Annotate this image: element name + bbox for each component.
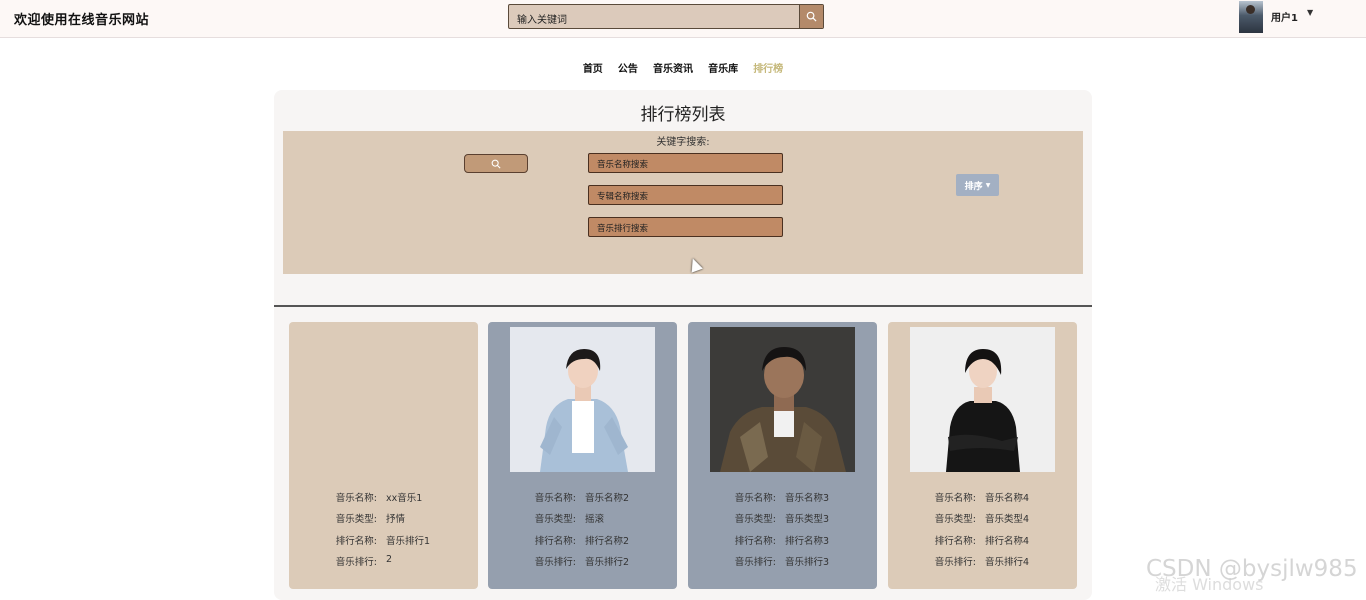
artist-photo[interactable] [910,327,1055,472]
card-row: 音乐名称: 音乐名称2 [534,493,630,504]
ranking-card[interactable]: 音乐名称: 音乐名称3 音乐类型: 音乐类型3 排行名称: 排行名称3 音乐排行: 音乐… [688,322,877,589]
album-name-search-input[interactable]: 专辑名称搜索 [588,185,783,205]
card-row: 音乐类型: 音乐类型3 [734,514,830,526]
main-nav: 首页 公告 音乐资讯 音乐库 排行榜 [0,57,1366,76]
artist-photo-art [510,327,655,472]
music-name-search-input[interactable]: 音乐名称搜索 [588,153,783,173]
card-details: 音乐名称: 音乐名称2 音乐类型: 摇滚 排行名称: 排行名称2 音乐排行: 音乐排行2 [488,490,677,575]
card-row: 音乐类型: 摇滚 [534,514,605,526]
user-name[interactable]: 用户1 [1271,9,1298,24]
card-row: 音乐类型: 抒情 [335,514,406,526]
card-row: 排行名称: 音乐排行1 [335,535,431,547]
nav-home[interactable]: 首页 [583,60,603,75]
search-icon [491,159,501,169]
top-header: 欢迎使用在线音乐网站 输入关键词 用户1 ▼ [0,0,1366,38]
sort-dropdown-button[interactable]: 排序 ▼ [956,174,999,196]
chevron-down-icon: ▼ [985,181,991,189]
nav-library[interactable]: 音乐库 [708,60,738,75]
header-search-button[interactable] [799,5,823,28]
card-row: 音乐类型: 音乐类型4 [934,514,1030,526]
card-row: 排行名称: 排行名称4 [934,535,1030,547]
ranking-card[interactable]: 音乐名称: 音乐名称2 音乐类型: 摇滚 排行名称: 排行名称2 音乐排行: 音乐排行2 [488,322,677,589]
artist-photo[interactable] [510,327,655,472]
user-avatar[interactable] [1239,1,1263,33]
artist-photo[interactable] [710,327,855,472]
nav-news[interactable]: 音乐资讯 [653,60,693,75]
card-details: 音乐名称: xx音乐1 音乐类型: 抒情 排行名称: 音乐排行1 音乐排行: 2 [289,490,478,575]
card-row: 音乐名称: 音乐名称4 [934,493,1030,504]
artist-photo-art [910,327,1055,472]
ranking-card[interactable]: 音乐名称: 音乐名称4 音乐类型: 音乐类型4 排行名称: 排行名称4 音乐排行: 音乐… [888,322,1077,589]
page-title: 排行榜列表 [640,105,726,125]
nav-ranking[interactable]: 排行榜 [753,60,783,75]
card-details: 音乐名称: 音乐名称4 音乐类型: 音乐类型4 排行名称: 排行名称4 音乐排行: 音乐… [888,490,1077,575]
keyword-label: 关键字搜索: [656,137,710,148]
site-title: 欢迎使用在线音乐网站 [14,13,150,28]
artist-photo-art [710,327,855,472]
card-row: 音乐排行: 音乐排行4 [934,556,1030,568]
search-icon [806,11,817,22]
music-rank-search-input[interactable]: 音乐排行搜索 [588,217,783,237]
chevron-down-icon[interactable]: ▼ [1307,8,1313,17]
card-row: 音乐排行: 音乐排行2 [534,556,630,568]
card-row: 排行名称: 排行名称3 [734,535,830,547]
header-search: 输入关键词 [508,4,824,29]
card-details: 音乐名称: 音乐名称3 音乐类型: 音乐类型3 排行名称: 排行名称3 音乐排行: 音乐… [688,490,877,575]
search-button[interactable] [464,154,528,173]
card-row: 音乐名称: xx音乐1 [335,493,423,504]
windows-activation-watermark: 激活 Windows [1155,575,1264,594]
ranking-card[interactable]: 音乐名称: xx音乐1 音乐类型: 抒情 排行名称: 音乐排行1 音乐排行: 2 [289,322,478,589]
sort-label: 排序 [964,181,983,192]
divider [274,305,1092,307]
card-row: 音乐名称: 音乐名称3 [734,493,830,504]
card-row: 排行名称: 排行名称2 [534,535,630,547]
card-row: 音乐排行: 音乐排行3 [734,556,830,568]
header-search-input[interactable]: 输入关键词 [509,5,799,28]
card-row: 音乐排行: 2 [335,553,393,568]
nav-notice[interactable]: 公告 [618,60,638,75]
